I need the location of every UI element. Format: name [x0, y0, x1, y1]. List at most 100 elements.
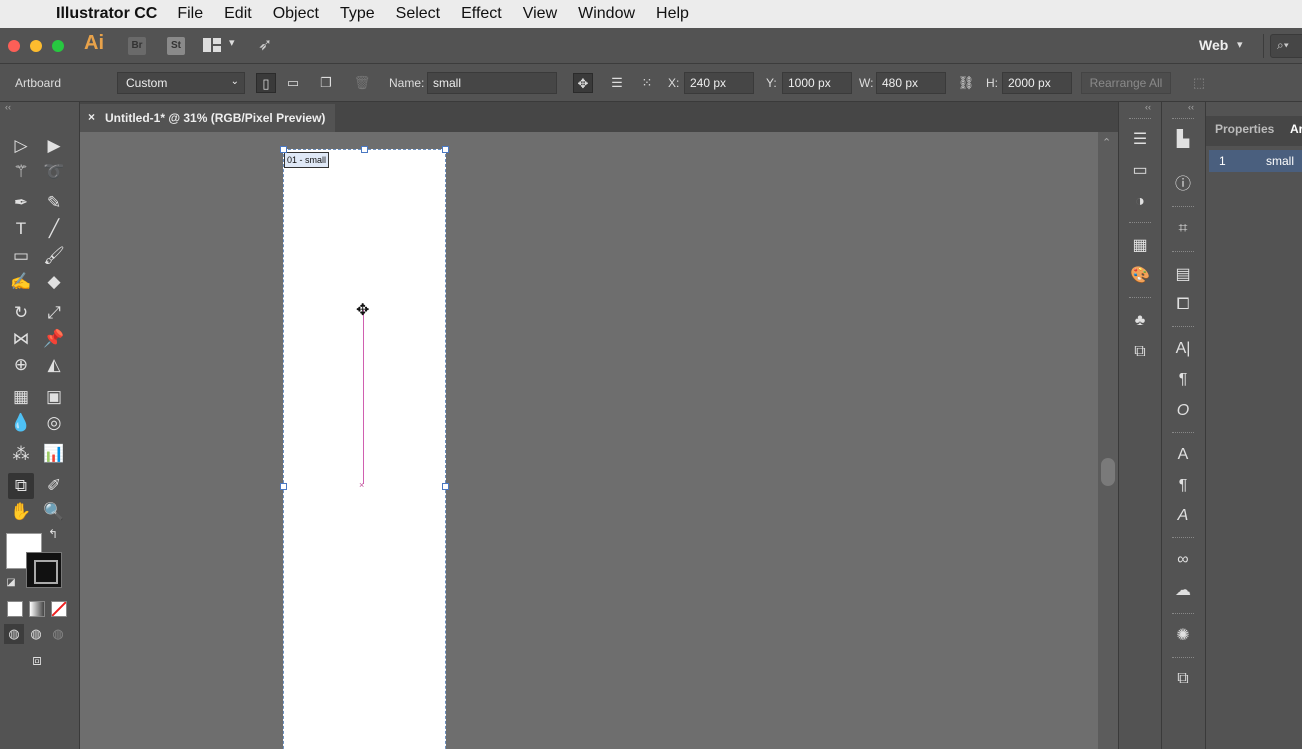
artboard-name-field[interactable]: small — [427, 72, 557, 94]
resize-handle-top-left[interactable] — [280, 146, 287, 153]
menu-file[interactable]: File — [177, 5, 203, 23]
constrain-proportions-icon[interactable]: ⛓ — [956, 73, 976, 93]
search-input[interactable]: ⌕▾ — [1270, 34, 1302, 58]
dock-grip[interactable] — [1172, 206, 1194, 208]
zoom-window-button[interactable] — [52, 40, 64, 52]
close-window-button[interactable] — [8, 40, 20, 52]
column-graph-tool-icon[interactable]: 📊 — [41, 441, 67, 467]
app-name-menu[interactable]: Illustrator CC — [56, 5, 157, 23]
lasso-tool-icon[interactable]: ➰ — [41, 159, 67, 185]
artboard-list-item[interactable]: 1 small — [1209, 150, 1302, 172]
transform-panel-icon[interactable]: ⌗ — [1162, 214, 1204, 244]
opentype-panel-icon[interactable]: O — [1162, 396, 1204, 426]
layers-panel-icon[interactable]: ▙ — [1162, 125, 1204, 155]
dock-grip[interactable] — [1172, 613, 1194, 615]
puppet-warp-tool-icon[interactable]: 📌 — [41, 326, 67, 352]
draw-behind-icon[interactable]: ◍ — [26, 624, 46, 644]
asset-export-panel-icon[interactable]: ⧉ — [1119, 337, 1161, 367]
width-tool-icon[interactable]: ⋈ — [8, 326, 34, 352]
dock-grip[interactable] — [1172, 251, 1194, 253]
delete-artboard-icon[interactable]: 🗑 — [352, 73, 372, 93]
minimize-window-button[interactable] — [30, 40, 42, 52]
x-field[interactable]: 240 px — [684, 72, 754, 94]
align-panel-icon[interactable]: ▤ — [1162, 260, 1204, 290]
hand-tool-icon[interactable]: ✋ — [8, 499, 34, 525]
draw-normal-icon[interactable]: ◍ — [4, 624, 24, 644]
tab-properties[interactable]: Properties — [1215, 122, 1274, 136]
collapse-panel-icon[interactable]: ‹‹ — [5, 102, 11, 112]
new-artboard-icon[interactable]: ❐ — [316, 73, 336, 93]
line-segment-tool-icon[interactable]: ╱ — [41, 216, 67, 242]
rotate-tool-icon[interactable]: ↻ — [8, 300, 34, 326]
dock-grip[interactable] — [1172, 657, 1194, 659]
paragraph-styles-panel-icon[interactable]: ¶ — [1162, 471, 1204, 501]
eraser-tool-icon[interactable]: ◆ — [41, 269, 67, 295]
curvature-tool-icon[interactable]: ✎ — [41, 190, 67, 216]
menu-view[interactable]: View — [523, 5, 557, 23]
artboard[interactable] — [283, 149, 446, 749]
send-icon[interactable]: ➶ — [258, 35, 272, 55]
menu-effect[interactable]: Effect — [461, 5, 502, 23]
canvas[interactable]: 01 - small ✥ × — [80, 132, 1098, 749]
menu-edit[interactable]: Edit — [224, 5, 252, 23]
stock-button[interactable]: St — [167, 37, 185, 55]
workspace-switcher[interactable]: Web — [1199, 37, 1228, 53]
eyedropper-tool-icon[interactable]: 💧 — [8, 410, 34, 436]
rectangle-tool-icon[interactable]: ▭ — [8, 243, 34, 269]
none-mode-button[interactable] — [51, 601, 67, 617]
height-field[interactable]: 2000 px — [1002, 72, 1072, 94]
stroke-swatch[interactable] — [26, 552, 62, 588]
align-options-icon[interactable]: ⬚ — [1189, 73, 1209, 93]
symbol-sprayer-tool-icon[interactable]: ⁂ — [8, 441, 34, 467]
slice-tool-icon[interactable]: ✐ — [41, 473, 67, 499]
portrait-icon[interactable]: ▯ — [256, 73, 276, 93]
width-field[interactable]: 480 px — [876, 72, 946, 94]
collapse-dock-icon[interactable]: ‹‹ — [1188, 102, 1194, 112]
color-guide-panel-icon[interactable]: 🎨 — [1119, 261, 1161, 291]
artboard-tool-icon[interactable]: ⧉ — [8, 473, 34, 499]
blend-tool-icon[interactable]: ◎ — [41, 410, 67, 436]
info-panel-icon[interactable]: ⓘ — [1162, 170, 1204, 200]
properties-panel-icon[interactable]: ☰ — [1119, 125, 1161, 155]
selection-tool-icon[interactable]: ▷ — [8, 133, 34, 159]
perspective-grid-tool-icon[interactable]: ◭ — [41, 352, 67, 378]
default-colors-icon[interactable]: ◪ — [4, 576, 18, 590]
pathfinder-panel-icon[interactable]: ⧠ — [1162, 290, 1204, 320]
gradient-panel-icon[interactable]: ▭ — [1119, 156, 1161, 186]
artboard-options-icon[interactable]: ☰ — [607, 73, 627, 93]
direct-selection-tool-icon[interactable]: ▶ — [41, 133, 67, 159]
collapse-dock-icon[interactable]: ‹‹ — [1145, 102, 1151, 112]
landscape-icon[interactable]: ▭ — [283, 73, 303, 93]
resize-handle-top-center[interactable] — [361, 146, 368, 153]
preset-select[interactable]: Custom ⌄ — [117, 72, 245, 94]
rearrange-all-button[interactable]: Rearrange All — [1081, 72, 1171, 94]
tab-artboards[interactable]: Ar — [1290, 122, 1302, 136]
mesh-tool-icon[interactable]: ▦ — [8, 384, 34, 410]
document-tab[interactable]: × Untitled-1* @ 31% (RGB/Pixel Preview) — [80, 104, 335, 132]
zoom-tool-icon[interactable]: 🔍 — [41, 499, 67, 525]
scale-tool-icon[interactable]: ⤢ — [41, 300, 67, 326]
type-tool-icon[interactable]: T — [8, 216, 34, 242]
shape-builder-tool-icon[interactable]: ⊕ — [8, 352, 34, 378]
artboard-label[interactable]: 01 - small — [284, 152, 330, 168]
resize-handle-middle-right[interactable] — [442, 483, 449, 490]
bridge-button[interactable]: Br — [128, 37, 146, 55]
vertical-scrollbar[interactable]: ⌃ — [1098, 132, 1118, 749]
menu-type[interactable]: Type — [340, 5, 375, 23]
appearance-panel-icon[interactable]: ✺ — [1162, 621, 1204, 651]
libraries-panel-icon[interactable]: ☁ — [1162, 576, 1204, 606]
paintbrush-tool-icon[interactable]: 🖌 — [41, 243, 67, 269]
export-panel-icon[interactable]: ⧉ — [1162, 664, 1204, 694]
resize-handle-middle-left[interactable] — [280, 483, 287, 490]
dock-grip[interactable] — [1129, 118, 1151, 120]
dock-grip[interactable] — [1172, 537, 1194, 539]
pen-tool-icon[interactable]: ✒ — [8, 190, 34, 216]
dock-grip[interactable] — [1172, 118, 1194, 120]
menu-select[interactable]: Select — [396, 5, 440, 23]
dock-grip[interactable] — [1129, 297, 1151, 299]
transparency-panel-icon[interactable]: ◑ — [1119, 187, 1161, 217]
scroll-thumb[interactable] — [1101, 458, 1115, 486]
menu-help[interactable]: Help — [656, 5, 689, 23]
character-styles-panel-icon[interactable]: A — [1162, 440, 1204, 470]
reference-point-icon[interactable]: ⁙ — [637, 73, 657, 93]
